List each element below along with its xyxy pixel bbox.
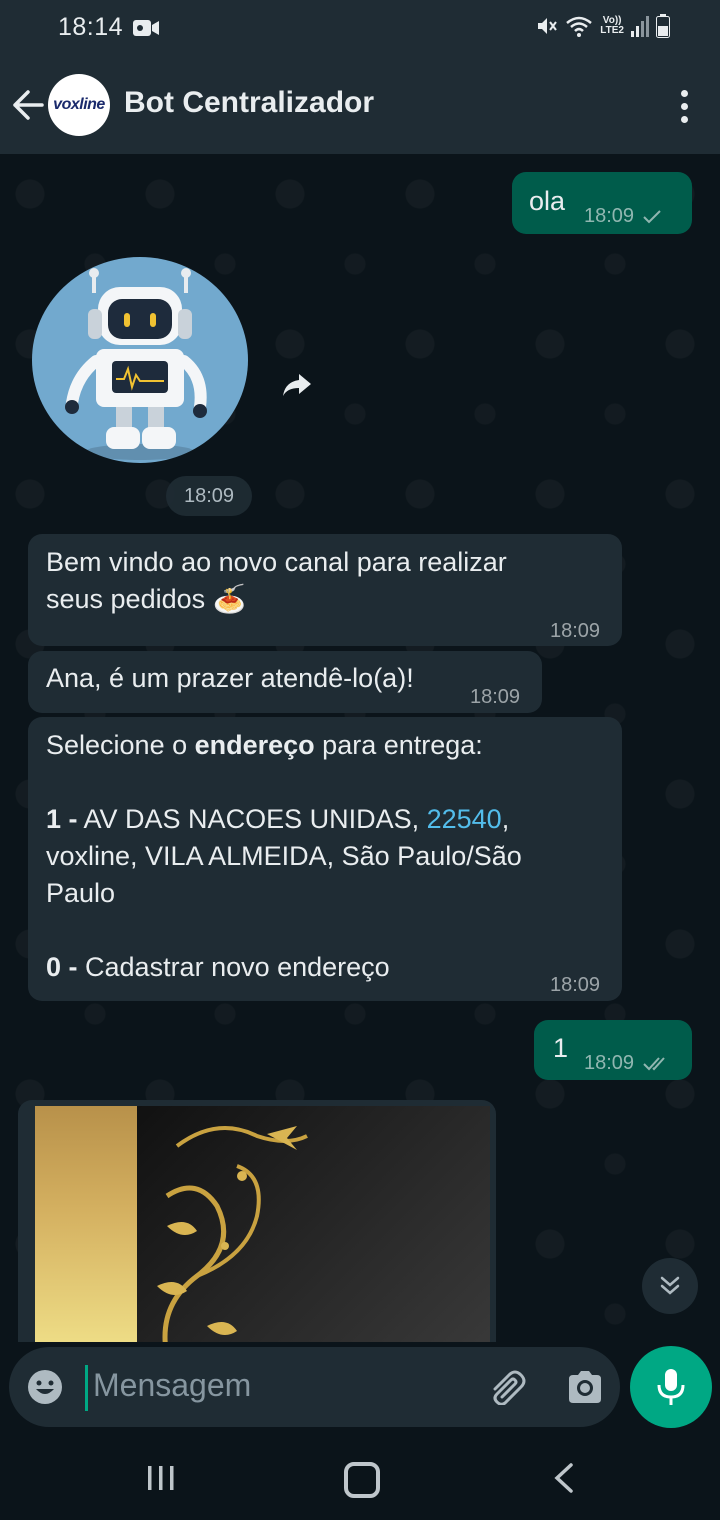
nav-back-icon[interactable] bbox=[552, 1462, 576, 1494]
incoming-image-message[interactable] bbox=[18, 1100, 496, 1342]
camera-icon[interactable] bbox=[565, 1369, 605, 1405]
incoming-message[interactable]: Ana, é um prazer atendê-lo(a)! 18:09 bbox=[28, 651, 542, 713]
back-arrow-icon[interactable] bbox=[12, 90, 44, 120]
mute-icon bbox=[538, 18, 558, 34]
signal-icon bbox=[631, 16, 649, 37]
address-option-1: 1 - AV DAS NACOES UNIDAS, 22540, bbox=[46, 804, 510, 834]
chat-header: voxline Bot Centralizador bbox=[0, 56, 720, 154]
more-vert-icon[interactable] bbox=[681, 90, 688, 123]
chat-area[interactable]: ola 18:09 18:09 Bem vindo ao novo canal … bbox=[0, 154, 720, 1342]
avatar[interactable]: voxline bbox=[48, 74, 110, 136]
attach-icon[interactable] bbox=[487, 1369, 527, 1405]
incoming-message[interactable]: Bem vindo ao novo canal para realizar se… bbox=[28, 534, 622, 646]
robot-image bbox=[65, 268, 207, 460]
message-text: Bem vindo ao novo canal para realizar se… bbox=[46, 547, 507, 614]
incoming-message[interactable]: Selecione o endereço para entrega: 1 - A… bbox=[28, 717, 622, 1001]
chat-title[interactable]: Bot Centralizador bbox=[124, 86, 374, 120]
message-time: 18:09 bbox=[550, 974, 601, 996]
sticker-time: 18:09 bbox=[166, 476, 252, 516]
message-input-bar: Mensagem bbox=[9, 1347, 620, 1427]
chevron-double-down-icon bbox=[660, 1276, 680, 1295]
message-meta: 18:09 bbox=[550, 613, 600, 650]
message-time: 18:09 bbox=[470, 686, 521, 708]
image-dark-panel bbox=[137, 1106, 490, 1342]
message-time: 18:09 bbox=[584, 1052, 635, 1074]
message-meta: 18:09 bbox=[470, 679, 520, 716]
robot-sticker[interactable] bbox=[32, 257, 248, 463]
message-input[interactable]: Mensagem bbox=[93, 1367, 251, 1404]
message-text: ola bbox=[529, 186, 566, 216]
message-text: Ana, é um prazer atendê-lo(a)! bbox=[46, 663, 414, 693]
address-option-0: 0 - Cadastrar novo endereço bbox=[46, 952, 390, 982]
message-meta: 18:09 bbox=[584, 1045, 670, 1082]
wifi-icon bbox=[566, 16, 593, 37]
ornament-image bbox=[157, 1126, 308, 1342]
status-time: 18:14 bbox=[58, 13, 124, 41]
mic-button[interactable] bbox=[630, 1346, 712, 1428]
forward-icon[interactable] bbox=[281, 372, 313, 398]
nav-recent-icon[interactable] bbox=[146, 1464, 176, 1492]
lte-label: Vo)) LTE2 bbox=[600, 15, 624, 36]
nav-home-icon[interactable] bbox=[344, 1462, 380, 1498]
status-icons: Vo)) LTE2 bbox=[534, 14, 670, 38]
message-time: 18:09 bbox=[550, 620, 601, 642]
text-caret bbox=[85, 1365, 88, 1411]
message-time: 18:09 bbox=[584, 205, 635, 227]
mic-icon bbox=[657, 1369, 685, 1405]
outgoing-message[interactable]: ola 18:09 bbox=[512, 172, 692, 234]
double-check-icon bbox=[643, 1056, 665, 1070]
battery-icon bbox=[656, 14, 670, 38]
emoji-icon[interactable] bbox=[27, 1369, 63, 1405]
avatar-logo: voxline bbox=[53, 96, 105, 113]
status-bar: 18:14 Vo)) LTE2 bbox=[0, 0, 720, 56]
message-text: Selecione o endereço para entrega: 1 - A… bbox=[46, 727, 606, 986]
system-nav-bar bbox=[0, 1440, 720, 1520]
message-text: 1 bbox=[553, 1033, 569, 1063]
video-camera-icon bbox=[133, 20, 159, 36]
scroll-down-button[interactable] bbox=[642, 1258, 698, 1314]
address-intro: Selecione o endereço para entrega: bbox=[46, 730, 483, 760]
check-icon bbox=[643, 209, 661, 223]
message-meta: 18:09 bbox=[584, 198, 662, 235]
outgoing-message[interactable]: 1 18:09 bbox=[534, 1020, 692, 1080]
phone-link[interactable]: 22540 bbox=[427, 804, 502, 834]
message-meta: 18:09 bbox=[550, 967, 600, 1004]
image-gold-panel bbox=[35, 1106, 137, 1342]
